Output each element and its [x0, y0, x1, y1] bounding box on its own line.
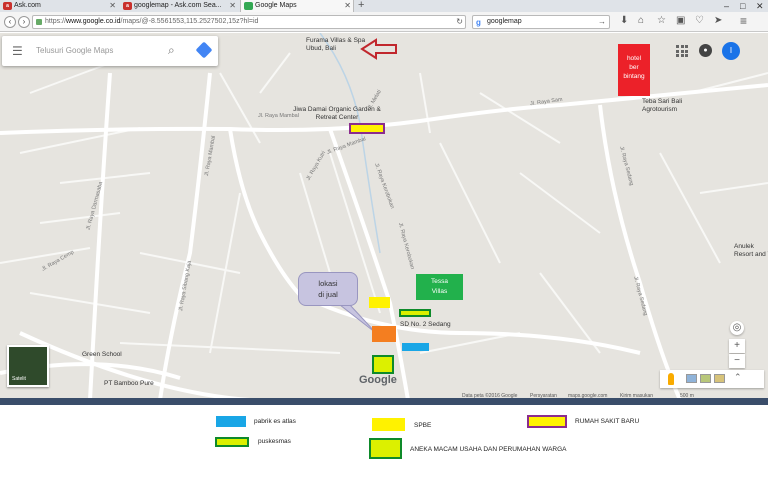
legend-label: RUMAH SAKIT BARU: [575, 418, 640, 425]
tab-label: Google Maps: [255, 2, 297, 9]
search-engine-icon: g: [476, 18, 481, 27]
place-anulek[interactable]: Anulek Resort and Vi: [734, 243, 768, 259]
satellite-label: Satelit: [12, 376, 26, 382]
notification-icon[interactable]: ●: [699, 44, 712, 57]
legend-swatch-spbe: [372, 418, 405, 431]
reload-icon[interactable]: ↻: [456, 16, 463, 28]
new-tab-button[interactable]: +: [358, 0, 364, 11]
url-prefix: https://: [45, 18, 67, 25]
marker-puskesmas: [399, 309, 431, 317]
close-tab-icon[interactable]: ✕: [229, 0, 236, 12]
search-go-icon[interactable]: →: [598, 16, 606, 28]
close-tab-icon[interactable]: ✕: [344, 0, 351, 12]
tessa-line: Tessa: [431, 278, 448, 285]
search-query: googlemap: [487, 18, 522, 25]
legend-label: ANEKA MACAM USAHA DAN PERUMAHAN WARGA: [410, 446, 567, 453]
satellite-toggle[interactable]: Satelit: [7, 345, 49, 387]
back-icon[interactable]: ‹: [4, 16, 16, 28]
zoom-in-button[interactable]: +: [729, 339, 745, 353]
hotel-line: hotel: [626, 55, 642, 62]
maps-search-box[interactable]: ☰ Telusuri Google Maps ⌕: [2, 36, 218, 66]
google-logo: Google: [359, 374, 397, 386]
forward-icon[interactable]: ›: [18, 16, 30, 28]
tab-ask[interactable]: a Ask.com ✕: [0, 0, 118, 12]
marker-pabrik-es: [402, 343, 429, 351]
send-icon[interactable]: ➤: [714, 15, 722, 26]
url-path: /maps/@-8.5561553,115.2527502,15z?hl=id: [120, 18, 259, 25]
hamburger-menu-icon[interactable]: ☰: [12, 45, 23, 57]
legend-swatch-puskesmas: [215, 437, 249, 447]
tessa-line: Villas: [431, 288, 448, 295]
place-bamboo-pure[interactable]: PT Bamboo Pure: [104, 380, 154, 388]
lock-icon: [36, 19, 42, 25]
close-window-icon[interactable]: ✕: [756, 0, 764, 12]
maps-favicon-icon: [244, 2, 253, 10]
search-input[interactable]: Telusuri Google Maps: [36, 46, 113, 55]
legend-swatch-pabrik: [216, 416, 246, 427]
marker-spbe: [369, 297, 390, 308]
marker-rumah-sakit-baru: [349, 123, 385, 134]
pocket-icon[interactable]: ♡: [695, 15, 704, 26]
url-host: www.google.co.id: [66, 18, 121, 25]
lokasi-line: di jual: [318, 290, 338, 299]
browser-nav-bar: ‹ › https://www.google.co.id/maps/@-8.55…: [0, 12, 768, 32]
account-avatar[interactable]: I: [722, 42, 740, 60]
place-furama[interactable]: Furama Villas & Spa Ubud, Bali: [306, 37, 366, 53]
maximize-icon[interactable]: □: [740, 0, 745, 12]
road-network: [0, 33, 768, 400]
hotel-line: ber: [629, 64, 639, 71]
tab-label: googlemap - Ask.com Sea...: [134, 2, 222, 9]
zoom-out-button[interactable]: −: [729, 354, 745, 368]
hotel-callout: hotel ber bintang: [618, 44, 650, 96]
tab-google-maps[interactable]: Google Maps ✕: [240, 0, 354, 12]
tessa-villas-callout: Tessa Villas: [416, 274, 463, 300]
screenshot: a Ask.com ✕ a googlemap - Ask.com Sea...…: [0, 0, 768, 484]
os-taskbar: [0, 398, 768, 405]
imagery-thumb-icon[interactable]: [686, 374, 697, 383]
marker-usaha-warga: [372, 355, 394, 374]
legend-label: puskesmas: [258, 438, 291, 445]
lokasi-line: lokasi: [318, 279, 338, 288]
search-icon[interactable]: ⌕: [168, 43, 175, 58]
imagery-thumb-icon[interactable]: [700, 374, 711, 383]
download-icon[interactable]: ⬇: [620, 15, 628, 26]
place-sd-no2[interactable]: SD No. 2 Sedang: [400, 321, 451, 329]
pegman-icon[interactable]: [668, 373, 674, 385]
hotel-line: bintang: [623, 73, 645, 80]
browser-menu-icon[interactable]: ≡: [740, 14, 747, 28]
map-bottom-bar: ⌃: [660, 370, 764, 388]
close-tab-icon[interactable]: ✕: [109, 0, 116, 12]
lokasi-callout: lokasi di jual: [298, 272, 358, 306]
place-jiwa-damai[interactable]: Jiwa Damai Organic Garden & Retreat Cent…: [289, 106, 385, 122]
tab-googlemap-search[interactable]: a googlemap - Ask.com Sea... ✕: [120, 0, 238, 12]
directions-icon[interactable]: [195, 41, 213, 59]
legend-label: pabrik es atlas: [254, 418, 296, 425]
clipboard-icon[interactable]: ▣: [676, 15, 685, 26]
bookmark-star-icon[interactable]: ☆: [657, 15, 666, 26]
tab-label: Ask.com: [14, 2, 41, 9]
minimize-icon[interactable]: –: [724, 0, 729, 12]
marker-lokasi-dijual: [372, 326, 396, 342]
address-bar[interactable]: https://www.google.co.id/maps/@-8.556155…: [32, 15, 466, 29]
place-green-school[interactable]: Green School: [82, 351, 122, 359]
legend-label: SPBE: [414, 422, 432, 429]
bubble-tail: [338, 304, 377, 334]
arrow-to-furama: [360, 38, 397, 60]
legend-swatch-usaha: [369, 438, 402, 459]
legend: pabrik es atlas puskesmas SPBE ANEKA MAC…: [0, 405, 768, 484]
home-icon[interactable]: ⌂: [638, 15, 644, 26]
my-location-icon[interactable]: ◎: [730, 321, 744, 335]
browser-tab-bar: a Ask.com ✕ a googlemap - Ask.com Sea...…: [0, 0, 768, 12]
imagery-thumb-icon[interactable]: [714, 374, 725, 383]
apps-grid-icon[interactable]: [676, 45, 688, 57]
map-canvas[interactable]: Jl. Raya Mambal Jl. Raya Mambal Jl. Raya…: [0, 33, 768, 400]
expand-icon[interactable]: ⌃: [734, 372, 742, 383]
legend-swatch-rumah-sakit: [527, 415, 567, 428]
place-teba-sari[interactable]: Teba Sari Bali Agrotourism: [642, 98, 694, 114]
ask-favicon-icon: a: [3, 2, 12, 10]
ask-favicon-icon: a: [123, 2, 132, 10]
browser-search-field[interactable]: g googlemap →: [472, 15, 610, 29]
